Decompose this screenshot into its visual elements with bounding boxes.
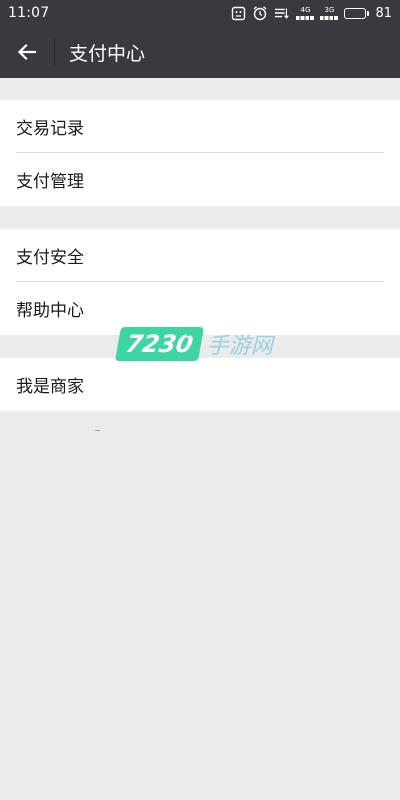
menu-item-label: 交易记录 bbox=[16, 119, 84, 139]
menu-item-transaction-records[interactable]: 交易记录 bbox=[0, 100, 400, 153]
menu-item-label: 帮助中心 bbox=[16, 301, 84, 321]
header-divider bbox=[54, 38, 55, 66]
back-button[interactable] bbox=[0, 26, 54, 78]
signal-icon: 3G bbox=[320, 5, 339, 20]
network-type-1: 4G bbox=[300, 5, 311, 14]
screenshot-icon bbox=[230, 5, 246, 21]
status-bar: 11:07 4G 3G 81 bbox=[0, 0, 400, 26]
action-bar: 支付中心 bbox=[0, 26, 400, 78]
decorative-mark bbox=[95, 430, 100, 431]
menu-group-2: 支付安全 帮助中心 bbox=[0, 229, 400, 335]
status-icons: 4G 3G 81 bbox=[230, 5, 392, 21]
status-time: 11:07 bbox=[8, 5, 50, 21]
signal-icon: 4G bbox=[296, 5, 315, 20]
battery-icon bbox=[344, 7, 370, 19]
menu-item-payment-management[interactable]: 支付管理 bbox=[0, 153, 400, 206]
menu-item-label: 我是商家 bbox=[16, 377, 84, 397]
data-transfer-icon bbox=[274, 5, 290, 21]
page-title: 支付中心 bbox=[69, 42, 146, 65]
menu-item-payment-security[interactable]: 支付安全 bbox=[0, 229, 400, 282]
network-type-2: 3G bbox=[324, 5, 335, 14]
alarm-icon bbox=[252, 5, 268, 21]
battery-level: 81 bbox=[375, 5, 392, 21]
arrow-left-icon bbox=[17, 43, 37, 61]
wifi-icon bbox=[184, 327, 204, 339]
menu-group-3: 我是商家 bbox=[0, 358, 400, 411]
menu-item-merchant[interactable]: 我是商家 bbox=[0, 358, 400, 411]
menu-group-1: 交易记录 支付管理 bbox=[0, 100, 400, 206]
menu-item-label: 支付管理 bbox=[16, 172, 84, 192]
menu-item-label: 支付安全 bbox=[16, 248, 84, 268]
